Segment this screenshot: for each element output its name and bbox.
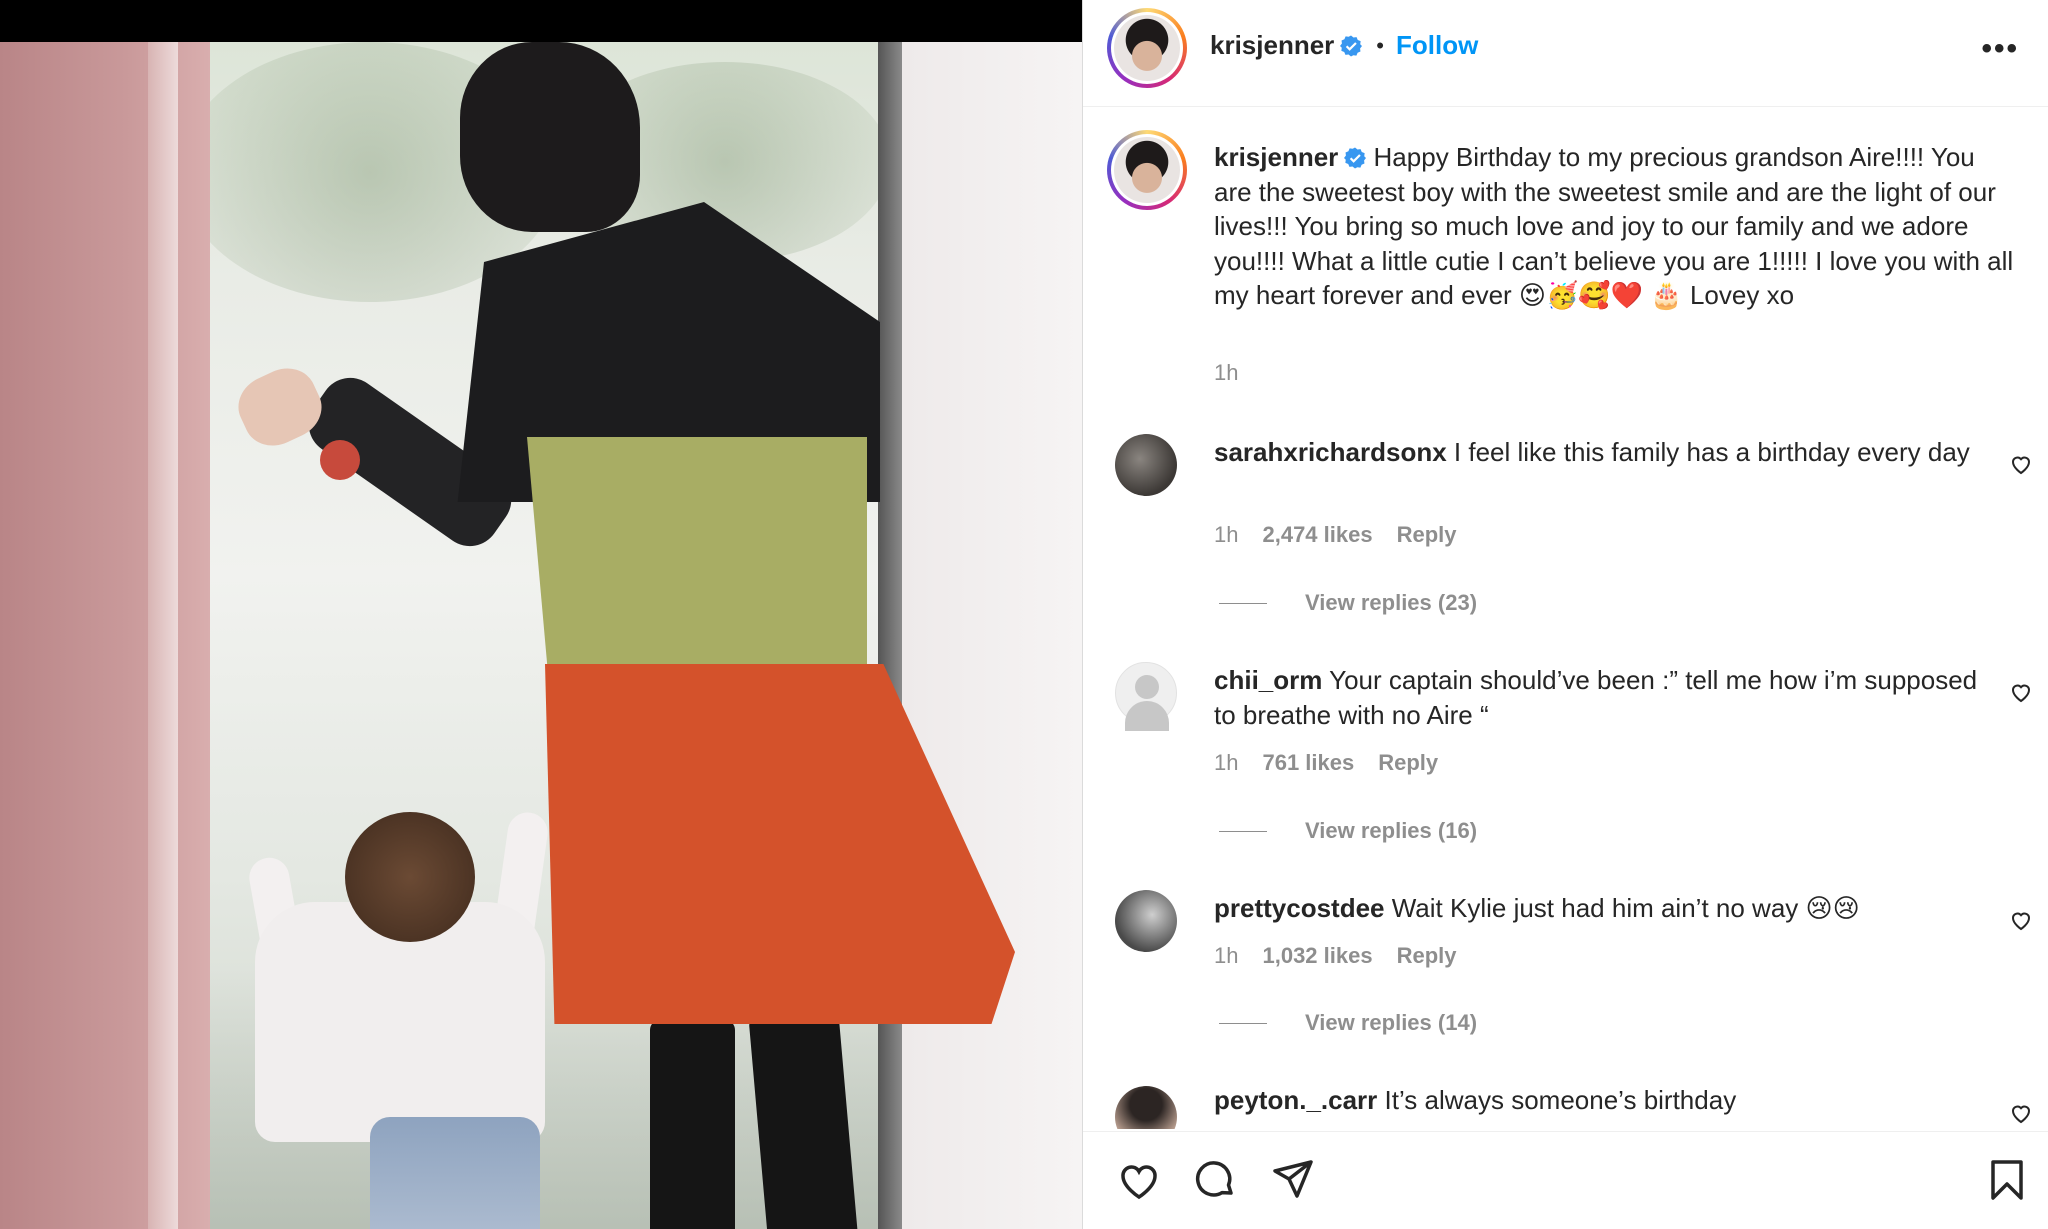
bookmark-icon[interactable]	[1983, 1156, 2031, 1204]
post-media[interactable]	[0, 0, 1082, 1229]
replies-divider	[1219, 830, 1267, 832]
comment-likes[interactable]: 2,474 likes	[1262, 522, 1372, 548]
view-replies-button[interactable]: View replies (23)	[1219, 590, 1477, 616]
comment-body: prettycostdee Wait Kylie just had him ai…	[1214, 891, 1994, 926]
caption-timestamp[interactable]: 1h	[1214, 360, 1238, 386]
reply-button[interactable]: Reply	[1378, 750, 1438, 776]
photo-pink-wall	[0, 42, 210, 1229]
view-replies-label: View replies (23)	[1305, 590, 1478, 615]
post-photo	[0, 42, 1082, 1229]
comment-avatar[interactable]	[1115, 890, 1177, 952]
view-replies-button[interactable]: View replies (14)	[1219, 1010, 1477, 1036]
more-options-icon[interactable]: •••	[1981, 32, 2019, 66]
comment-username[interactable]: chii_orm	[1214, 665, 1322, 695]
caption-author-avatar[interactable]	[1107, 130, 1187, 210]
comment-text: I feel like this family has a birthday e…	[1453, 437, 1970, 467]
view-replies-button[interactable]: View replies (16)	[1219, 818, 1477, 844]
comment-icon[interactable]	[1191, 1156, 1239, 1204]
heart-icon[interactable]	[1115, 1156, 1163, 1204]
avatar-photo	[1114, 15, 1180, 81]
author-username[interactable]: krisjenner	[1210, 30, 1334, 61]
avatar-photo	[1114, 137, 1180, 203]
author-avatar[interactable]	[1107, 8, 1187, 88]
comment-like-icon[interactable]	[2009, 1101, 2033, 1125]
post-caption: krisjenner Happy Birthday to my precious…	[1214, 140, 2014, 313]
reply-button[interactable]: Reply	[1397, 943, 1457, 969]
photo-right-wall	[902, 42, 1082, 1229]
comment-body: chii_orm Your captain should’ve been :” …	[1214, 663, 1994, 732]
post-side-panel: krisjenner • Follow ••• krisjenner Happy…	[1082, 0, 2048, 1229]
photo-coat-olive	[527, 437, 867, 667]
comment-avatar[interactable]	[1115, 1086, 1177, 1129]
photo-leg	[650, 1020, 735, 1229]
photo-child-jeans	[370, 1117, 540, 1229]
share-icon[interactable]	[1269, 1156, 1317, 1204]
caption-username[interactable]: krisjenner	[1214, 142, 1338, 172]
comment: peyton._.carr It’s always someone’s birt…	[1083, 1082, 2048, 1129]
comment-text: It’s always someone’s birthday	[1384, 1085, 1737, 1115]
photo-watch	[320, 440, 360, 480]
verified-badge-icon	[1340, 35, 1363, 56]
comment-username[interactable]: prettycostdee	[1214, 893, 1385, 923]
comment-likes[interactable]: 761 likes	[1262, 750, 1354, 776]
comment-like-icon[interactable]	[2009, 452, 2033, 476]
comment-meta: 1h 1,032 likes Reply	[1214, 943, 1457, 969]
comment-likes[interactable]: 1,032 likes	[1262, 943, 1372, 969]
comment-time[interactable]: 1h	[1214, 522, 1238, 548]
verified-badge-icon	[1344, 147, 1367, 169]
comment-meta: 1h 761 likes Reply	[1214, 750, 1438, 776]
post-header: krisjenner • Follow •••	[1083, 0, 2048, 107]
replies-divider	[1219, 1022, 1267, 1024]
post-actions-bar	[1083, 1131, 2048, 1229]
comment-text: Your captain should’ve been :” tell me h…	[1214, 665, 1978, 730]
comment-like-icon[interactable]	[2009, 908, 2033, 932]
comment-username[interactable]: peyton._.carr	[1214, 1085, 1377, 1115]
comment-meta: 1h 2,474 likes Reply	[1214, 522, 1457, 548]
view-replies-label: View replies (16)	[1305, 818, 1478, 843]
replies-divider	[1219, 602, 1267, 604]
photo-window-edge	[148, 42, 178, 1229]
reply-button[interactable]: Reply	[1397, 522, 1457, 548]
comment-body: peyton._.carr It’s always someone’s birt…	[1214, 1083, 1994, 1118]
comment-body: sarahxrichardsonx I feel like this famil…	[1214, 435, 1994, 470]
comment-time[interactable]: 1h	[1214, 750, 1238, 776]
photo-hair	[460, 42, 640, 232]
comment-like-icon[interactable]	[2009, 680, 2033, 704]
comment-avatar[interactable]	[1115, 434, 1177, 496]
comment-avatar[interactable]	[1115, 662, 1177, 731]
separator-dot: •	[1376, 32, 1384, 58]
comment-username[interactable]: sarahxrichardsonx	[1214, 437, 1447, 467]
comment-time[interactable]: 1h	[1214, 943, 1238, 969]
view-replies-label: View replies (14)	[1305, 1010, 1478, 1035]
comment-text: Wait Kylie just had him ain’t no way 😢😢	[1391, 893, 1860, 923]
author-info: krisjenner • Follow	[1210, 30, 1478, 61]
photo-child-hair	[345, 812, 475, 942]
follow-button[interactable]: Follow	[1396, 30, 1478, 61]
photo-window-frame	[878, 42, 902, 1229]
